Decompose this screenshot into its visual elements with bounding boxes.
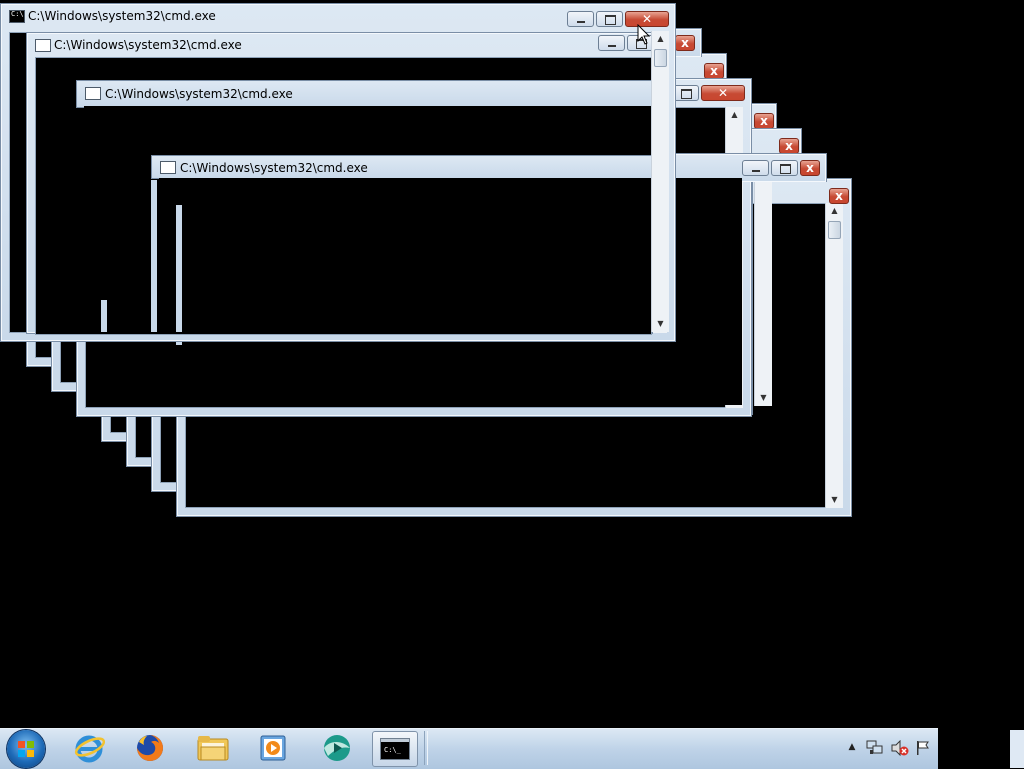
taskbar-ie[interactable]: [70, 731, 108, 765]
close-button[interactable]: ✕: [701, 85, 745, 101]
window-controls: ✕: [565, 11, 669, 29]
window-3-title-overlay: C:\Windows\system32\cmd.exe: [76, 80, 653, 108]
taskbar-app[interactable]: [318, 731, 356, 765]
command-prompt-icon: C:\_: [380, 738, 410, 760]
window-title: C:\Windows\system32\cmd.exe: [180, 161, 368, 175]
scroll-down-arrow[interactable]: ▼: [755, 390, 772, 406]
window-title: C:\Windows\system32\cmd.exe: [28, 9, 216, 23]
window-icon: [35, 39, 51, 52]
window-icon: [160, 161, 176, 174]
console-cursor: [176, 205, 182, 332]
scrollbar[interactable]: ▲ ▼: [651, 31, 669, 332]
taskbar-media-player[interactable]: [255, 731, 293, 765]
scroll-thumb[interactable]: [654, 49, 667, 67]
window-title: C:\Windows\system32\cmd.exe: [54, 38, 242, 52]
scroll-down-arrow[interactable]: ▼: [826, 492, 843, 508]
close-button[interactable]: x: [779, 138, 799, 154]
scroll-thumb[interactable]: [828, 221, 841, 239]
firefox-icon: [137, 735, 163, 761]
start-button[interactable]: [7, 730, 45, 768]
title-bar[interactable]: C:\Windows\system32\cmd.exe: [27, 33, 652, 57]
scrollbar[interactable]: ▼: [754, 178, 772, 406]
media-player-icon: [260, 735, 286, 761]
minimize-button[interactable]: [567, 11, 594, 27]
scroll-up-arrow[interactable]: ▲: [652, 31, 669, 47]
console-area[interactable]: [159, 178, 651, 332]
minimize-button[interactable]: [598, 35, 625, 51]
taskbar-separator: [424, 731, 428, 765]
folder-icon: [197, 736, 229, 761]
maximize-button[interactable]: [771, 160, 798, 176]
cmd-icon: [9, 10, 25, 23]
window-title: C:\Windows\system32\cmd.exe: [105, 87, 293, 101]
show-desktop-button[interactable]: [1010, 730, 1024, 768]
svg-text:C:\_: C:\_: [384, 746, 402, 754]
windows-logo-icon: [18, 741, 34, 757]
close-button[interactable]: x: [829, 188, 849, 204]
close-button[interactable]: x: [704, 63, 724, 79]
window-icon: [85, 87, 101, 100]
internet-explorer-icon: [74, 735, 105, 763]
window-4-title-overlay: C:\Windows\system32\cmd.exe: [151, 155, 653, 179]
close-button[interactable]: x: [800, 160, 820, 176]
show-hidden-icons-icon[interactable]: ▲: [845, 740, 859, 754]
scroll-up-arrow[interactable]: ▲: [726, 107, 743, 123]
ghost-controls: x: [827, 188, 849, 206]
media-app-icon: [324, 735, 350, 761]
frame-artifact: [151, 180, 157, 332]
volume-muted-icon[interactable]: [891, 740, 909, 756]
scrollbar[interactable]: ▲ ▼: [825, 203, 843, 508]
minimize-button[interactable]: [742, 160, 769, 176]
mouse-cursor-icon: [637, 24, 651, 45]
window-controls: x: [740, 160, 820, 178]
close-button[interactable]: x: [754, 113, 774, 129]
taskbar-firefox[interactable]: [131, 731, 169, 765]
scroll-down-arrow[interactable]: ▼: [652, 316, 669, 332]
frame-artifact: [101, 300, 107, 332]
close-button[interactable]: x: [675, 35, 695, 51]
network-icon[interactable]: [866, 740, 884, 756]
taskbar-explorer[interactable]: [194, 731, 232, 765]
maximize-button[interactable]: [672, 85, 699, 101]
maximize-button[interactable]: [596, 11, 623, 27]
action-center-flag-icon[interactable]: [915, 740, 931, 756]
taskbar-cmd[interactable]: C:\_: [372, 731, 418, 767]
